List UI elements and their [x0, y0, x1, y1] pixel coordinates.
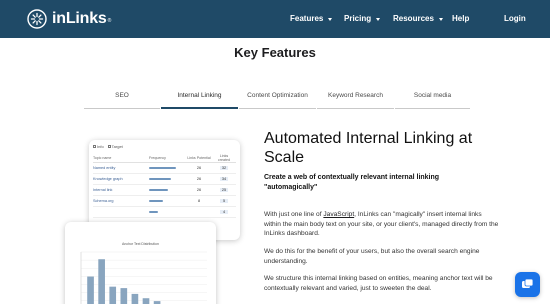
nav-features[interactable]: Features	[290, 12, 333, 26]
frequency-bar	[149, 188, 169, 192]
brand-logo[interactable]: inLinks®	[27, 9, 111, 29]
p1-text-start: With just one line of	[264, 211, 324, 218]
links-created-cell: 5	[214, 199, 234, 203]
target-label: Target	[111, 144, 123, 149]
frequency-cell	[149, 199, 184, 203]
frequency-bar	[149, 210, 158, 214]
chevron-down-icon	[438, 17, 443, 21]
links-created-cell: 34	[214, 177, 234, 181]
table-row[interactable]: Named entity 26 32	[93, 163, 236, 174]
table-row[interactable]: Knowledge graph 26 34	[93, 174, 236, 185]
frequency-cell	[149, 210, 184, 214]
table-body: Named entity 26 32 Knowledge graph 26 34 Inter…	[89, 163, 240, 218]
info-button[interactable]: Info	[93, 144, 104, 149]
frequency-cell	[149, 166, 184, 170]
frequency-cell	[149, 177, 184, 181]
chart-bar	[109, 286, 117, 304]
feature-paragraph-3: We structure this internal linking based…	[264, 275, 493, 292]
links-created-value: 4	[220, 210, 228, 214]
feature-paragraph-1: With just one line of JavaScript, InLink…	[264, 210, 500, 239]
topic-name-cell[interactable]: Named entity	[93, 166, 149, 170]
nav-pricing-label: Pricing	[344, 14, 372, 23]
chat-icon	[522, 278, 534, 288]
target-icon	[107, 145, 111, 148]
links-created-value: 34	[220, 177, 228, 181]
topic-name-cell[interactable]: Knowledge graph	[93, 177, 149, 181]
links-potential-cell: 26	[196, 177, 202, 181]
col-topic-name: Topic name	[93, 155, 112, 160]
links-created-cell: 32	[214, 166, 234, 170]
target-button[interactable]: Target	[107, 144, 123, 149]
chevron-down-icon	[376, 17, 381, 21]
table-row[interactable]: Internal link 26 25	[93, 185, 236, 196]
anchor-text-chart-card: Anchor Text Distribution	[65, 222, 216, 304]
feature-subheading: Create a web of contextually relevant in…	[264, 174, 440, 191]
frequency-bar	[149, 177, 171, 181]
frequency-bar	[149, 166, 176, 170]
info-icon	[93, 145, 96, 148]
links-potential-cell: 26	[196, 166, 202, 170]
chart-bar	[142, 298, 150, 304]
links-potential-cell: 8	[197, 199, 201, 203]
feature-paragraph-2: We do this for the benefit of your users…	[264, 248, 480, 265]
chat-button[interactable]	[515, 272, 540, 297]
anchor-text-chart	[80, 251, 207, 304]
table-header: Topic name Frequency Links Potential Lin…	[93, 153, 236, 163]
chart-bar	[131, 293, 139, 304]
nav-help[interactable]: Help	[452, 12, 469, 26]
col-frequency: Frequency	[149, 155, 166, 160]
chart-bar	[120, 288, 128, 304]
tab-social-media[interactable]: Social media	[395, 89, 470, 109]
nav-resources-label: Resources	[393, 14, 434, 23]
links-created-value: 32	[220, 166, 228, 170]
javascript-link[interactable]: JavaScript	[323, 211, 354, 218]
table-row[interactable]: 4	[93, 207, 236, 218]
brand-name: inLinks®	[52, 10, 112, 27]
section-title: Key Features	[234, 45, 316, 60]
frequency-cell	[149, 188, 184, 192]
chevron-down-icon	[328, 17, 333, 21]
nav-resources[interactable]: Resources	[393, 12, 443, 26]
table-toolbar: Info Target	[89, 140, 240, 153]
tab-content-optimization[interactable]: Content Optimization	[239, 89, 316, 109]
nav-help-label: Help	[452, 14, 470, 23]
tab-seo[interactable]: SEO	[84, 89, 160, 109]
info-label: Info	[97, 144, 104, 149]
links-created-cell: 4	[214, 210, 234, 214]
frequency-bar	[149, 199, 164, 203]
links-created-value: 5	[220, 199, 228, 203]
feature-tabs: SEO Internal Linking Content Optimizatio…	[84, 89, 470, 109]
chart-bar	[98, 259, 105, 304]
links-created-value: 25	[220, 188, 228, 192]
tab-keyword-research[interactable]: Keyword Research	[317, 89, 394, 109]
tab-internal-linking[interactable]: Internal Linking	[161, 89, 238, 109]
col-links-created: Links created	[218, 153, 230, 162]
feature-heading: Automated Internal Linking at Scale	[264, 130, 473, 166]
nav-pricing[interactable]: Pricing	[344, 12, 381, 26]
table-row[interactable]: Schema.org 8 5	[93, 196, 236, 207]
chart-bar	[87, 276, 94, 304]
nav-login[interactable]: Login	[504, 12, 526, 26]
topic-name-cell[interactable]: Internal link	[93, 188, 149, 192]
topic-name-cell[interactable]: Schema.org	[93, 199, 149, 203]
col-links-potential: Links Potential	[187, 155, 211, 160]
links-potential-cell: 26	[196, 188, 202, 192]
logo-mark-icon	[27, 9, 47, 29]
links-created-cell: 25	[214, 188, 234, 192]
nav-login-label: Login	[504, 14, 526, 23]
top-navbar: inLinks® Features Pricing Resources Help…	[0, 0, 550, 38]
nav-features-label: Features	[290, 14, 324, 23]
